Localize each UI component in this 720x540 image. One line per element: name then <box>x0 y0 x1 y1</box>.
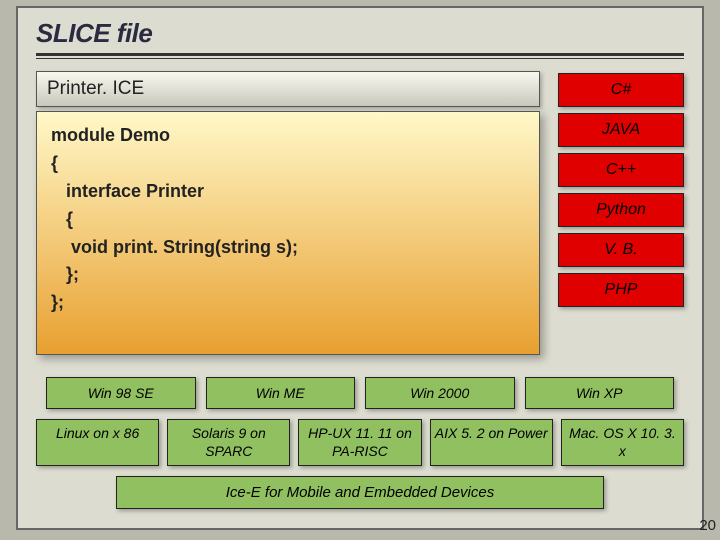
slide: SLICE file Printer. ICE module Demo { in… <box>16 6 704 530</box>
os-box: AIX 5. 2 on Power <box>430 419 553 466</box>
lang-box-csharp: C# <box>558 73 684 107</box>
os-box: Win 98 SE <box>46 377 196 409</box>
os-box: Linux on x 86 <box>36 419 159 466</box>
language-column: C# JAVA C++ Python V. B. PHP <box>558 71 684 355</box>
page-number: 20 <box>699 517 716 534</box>
os-row-2: Linux on x 86 Solaris 9 on SPARC HP-UX 1… <box>36 419 684 466</box>
slide-title: SLICE file <box>36 18 684 51</box>
os-box: Solaris 9 on SPARC <box>167 419 290 466</box>
lang-box-vb: V. B. <box>558 233 684 267</box>
os-box: Win 2000 <box>365 377 515 409</box>
title-underline <box>36 53 684 59</box>
os-box: Mac. OS X 10. 3. x <box>561 419 684 466</box>
lang-box-cpp: C++ <box>558 153 684 187</box>
main-area: Printer. ICE module Demo { interface Pri… <box>36 71 684 355</box>
os-box: Win XP <box>525 377 675 409</box>
code-body: module Demo { interface Printer { void p… <box>36 111 540 355</box>
footer-box: Ice-E for Mobile and Embedded Devices <box>116 476 604 509</box>
os-row-1: Win 98 SE Win ME Win 2000 Win XP <box>36 377 684 409</box>
code-column: Printer. ICE module Demo { interface Pri… <box>36 71 540 355</box>
lang-box-php: PHP <box>558 273 684 307</box>
code-title-bar: Printer. ICE <box>36 71 540 107</box>
lang-box-python: Python <box>558 193 684 227</box>
os-box: HP-UX 11. 11 on PA-RISC <box>298 419 421 466</box>
lang-box-java: JAVA <box>558 113 684 147</box>
os-box: Win ME <box>206 377 356 409</box>
